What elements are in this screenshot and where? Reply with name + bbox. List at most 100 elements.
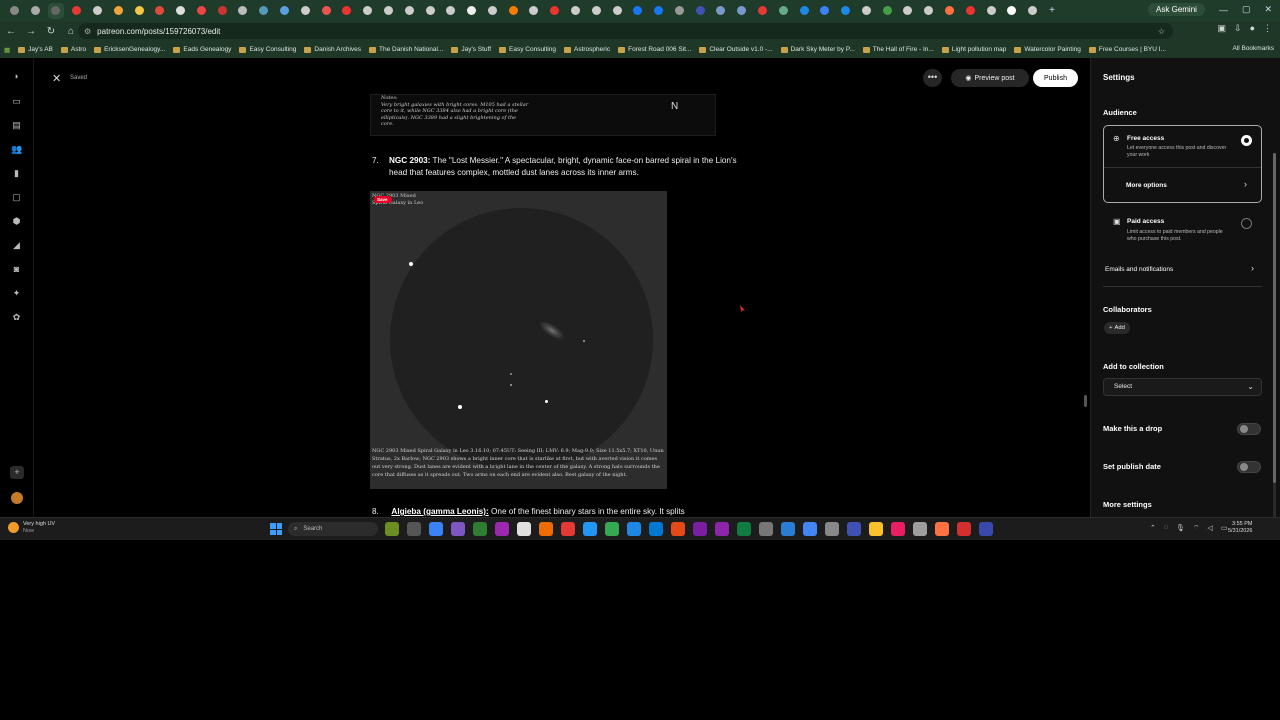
globe-tab-icon-11[interactable] bbox=[921, 3, 937, 19]
app-icon[interactable] bbox=[6, 3, 22, 19]
drop-toggle[interactable] bbox=[1237, 423, 1261, 435]
paid-access-radio[interactable] bbox=[1241, 218, 1252, 229]
taskbar-app-icon[interactable] bbox=[957, 522, 971, 536]
taskbar-app-icon[interactable] bbox=[605, 522, 619, 536]
taskbar-app-icon[interactable] bbox=[517, 522, 531, 536]
bookmark-item[interactable]: Watercolor Painting bbox=[1014, 46, 1081, 53]
taskbar-search[interactable]: ⌕ Search bbox=[288, 522, 378, 536]
tab-icon-3[interactable] bbox=[443, 3, 459, 19]
taskbar-app-icon[interactable] bbox=[693, 522, 707, 536]
bookmark-item[interactable]: Easy Consulting bbox=[239, 46, 296, 53]
taskbar-app-icon[interactable] bbox=[913, 522, 927, 536]
publish-date-toggle[interactable] bbox=[1237, 461, 1261, 473]
globe-tab-icon-6[interactable] bbox=[526, 3, 542, 19]
bookmark-item[interactable]: Astro bbox=[60, 46, 86, 53]
loading-tab-icon[interactable] bbox=[671, 3, 687, 19]
insights-icon[interactable]: ▮ bbox=[11, 168, 22, 178]
globe-tab-icon-9[interactable] bbox=[858, 3, 874, 19]
taskbar-app-icon[interactable] bbox=[451, 522, 465, 536]
chrome-icon[interactable] bbox=[90, 3, 106, 19]
add-collaborator-button[interactable]: + Add bbox=[1104, 322, 1130, 334]
globe-tab-icon-8[interactable] bbox=[609, 3, 625, 19]
blue-tab-icon[interactable] bbox=[692, 3, 708, 19]
taskbar-app-icon[interactable] bbox=[671, 522, 685, 536]
new-tab-button[interactable]: + bbox=[1049, 5, 1055, 16]
tray-app-icon[interactable]: ◌ bbox=[1164, 524, 1168, 533]
create-plus-icon[interactable]: + bbox=[10, 466, 24, 479]
notifications-icon[interactable]: ✦ bbox=[11, 288, 22, 298]
taskbar-app-icon[interactable] bbox=[561, 522, 575, 536]
close-window-button[interactable]: ✕ bbox=[1264, 4, 1272, 15]
ask-gemini-button[interactable]: Ask Gemini bbox=[1148, 3, 1205, 16]
red-tab-icon-4[interactable] bbox=[962, 3, 978, 19]
red-circle-tab-icon[interactable] bbox=[339, 3, 355, 19]
taskbar-app-icon[interactable] bbox=[759, 522, 773, 536]
profile-avatar[interactable]: ● bbox=[1250, 23, 1255, 34]
library-icon[interactable]: ▤ bbox=[11, 120, 22, 130]
shield-icon[interactable]: ⬢ bbox=[11, 216, 22, 226]
taskbar-app-icon[interactable] bbox=[627, 522, 641, 536]
taskbar-app-icon[interactable] bbox=[869, 522, 883, 536]
globe-tab-icon-12[interactable] bbox=[983, 3, 999, 19]
galaxy-sketch-image[interactable]: NGC 2903 Mixed Spiral Galaxy in Leo Save… bbox=[370, 191, 667, 489]
windows-start-icon[interactable] bbox=[270, 523, 282, 535]
tray-chevron-icon[interactable]: ⌃ bbox=[1150, 524, 1156, 533]
publish-button[interactable]: Publish bbox=[1033, 69, 1078, 87]
globe-tab-icon-13[interactable] bbox=[1025, 3, 1041, 19]
promotions-icon[interactable]: ◢ bbox=[11, 240, 22, 250]
bookmark-item[interactable]: Free Courses | BYU I... bbox=[1088, 46, 1166, 53]
all-bookmarks-button[interactable]: All Bookmarks bbox=[1232, 45, 1274, 52]
microphone-icon[interactable]: 🎙 bbox=[1176, 524, 1185, 533]
s-icon[interactable] bbox=[173, 3, 189, 19]
back-icon[interactable]: ← bbox=[2, 26, 20, 37]
extension-icon[interactable]: ▣ bbox=[1218, 23, 1227, 34]
taskbar-app-icon[interactable] bbox=[473, 522, 487, 536]
battery-icon[interactable]: ▭ bbox=[1221, 524, 1228, 533]
patreon-logo-icon[interactable]: ◗ bbox=[11, 71, 22, 81]
taskbar-app-icon[interactable] bbox=[715, 522, 729, 536]
taskbar-app-icon[interactable] bbox=[935, 522, 949, 536]
bookmark-item[interactable]: Dark Sky Meter by P... bbox=[780, 46, 855, 53]
emails-notifications-link[interactable]: Emails and notifications bbox=[1105, 266, 1173, 273]
weather-widget[interactable]: Very high UV Now bbox=[8, 521, 55, 534]
settings-scrollbar[interactable] bbox=[1273, 153, 1276, 540]
bookmark-item[interactable]: Light pollution map bbox=[941, 46, 1006, 53]
taskbar-app-icon[interactable] bbox=[407, 522, 421, 536]
taskbar-app-icon[interactable] bbox=[737, 522, 751, 536]
list-item-7[interactable]: 7. NGC 2903: The "Lost Messier." A spect… bbox=[372, 155, 742, 179]
fire-tab-icon[interactable] bbox=[318, 3, 334, 19]
globe-tab-icon-5[interactable] bbox=[484, 3, 500, 19]
red-tab-icon[interactable] bbox=[193, 3, 209, 19]
w-tab-icon[interactable] bbox=[277, 3, 293, 19]
bookmark-item[interactable]: Jay's AB bbox=[18, 46, 53, 53]
blue-tab-icon-2[interactable] bbox=[796, 3, 812, 19]
minimize-button[interactable]: — bbox=[1219, 5, 1228, 15]
taskbar-app-icon[interactable] bbox=[979, 522, 993, 536]
facebook-icon-2[interactable] bbox=[651, 3, 667, 19]
red-tab-icon-3[interactable] bbox=[547, 3, 563, 19]
taskbar-app-icon[interactable] bbox=[803, 522, 817, 536]
globe-tab-icon-7[interactable] bbox=[567, 3, 583, 19]
clock[interactable]: 3:55 PM 5/31/2026 bbox=[1228, 521, 1252, 535]
taskbar-app-icon[interactable] bbox=[781, 522, 795, 536]
bookmark-item[interactable]: The Hall of Fire - In... bbox=[862, 46, 934, 53]
gmail-icon[interactable] bbox=[152, 3, 168, 19]
payouts-icon[interactable]: ◙ bbox=[11, 264, 22, 274]
x-tab-icon[interactable] bbox=[1004, 3, 1020, 19]
active-tab-icon[interactable] bbox=[47, 2, 64, 19]
more-settings-title[interactable]: More settings bbox=[1103, 500, 1152, 509]
preview-post-button[interactable]: ◉ Preview post bbox=[951, 69, 1029, 87]
taskbar-app-icon[interactable] bbox=[539, 522, 553, 536]
arrow-tab-icon[interactable] bbox=[713, 3, 729, 19]
bookmark-star-icon[interactable]: ☆ bbox=[1158, 27, 1165, 36]
globe-tab-icon-3[interactable] bbox=[380, 3, 396, 19]
address-bar[interactable]: ⚙ patreon.com/posts/159726073/edit ☆ bbox=[78, 23, 1173, 39]
arrow-tab-icon-2[interactable] bbox=[734, 3, 750, 19]
red-tab-icon-2[interactable] bbox=[214, 3, 230, 19]
facebook-icon[interactable] bbox=[630, 3, 646, 19]
more-options-button[interactable]: ••• bbox=[923, 69, 942, 87]
taskbar-app-icon[interactable] bbox=[583, 522, 597, 536]
taskbar-app-icon[interactable] bbox=[649, 522, 663, 536]
bookmark-item[interactable]: Easy Consulting bbox=[499, 46, 556, 53]
bookmark-item[interactable]: Forest Road 006 Sit... bbox=[618, 46, 691, 53]
